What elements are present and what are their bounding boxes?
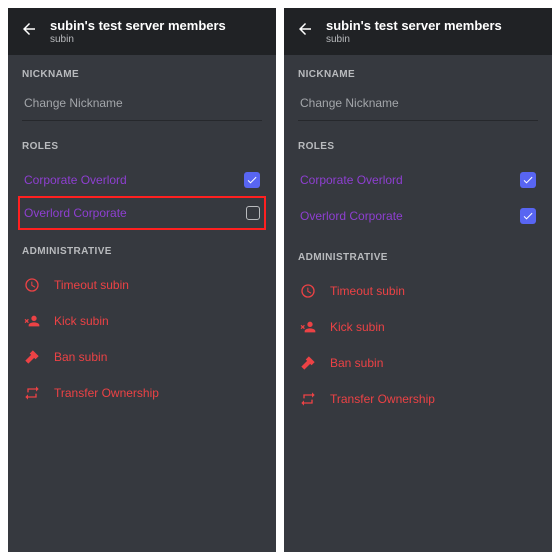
administrative-section: ADMINISTRATIVE Timeout subin Kick subin … <box>22 246 262 411</box>
header: subin's test server members subin <box>284 8 552 55</box>
nickname-input[interactable] <box>298 90 538 121</box>
transfer-icon <box>300 391 316 407</box>
roles-label: ROLES <box>298 141 538 152</box>
role-name: Overlord Corporate <box>300 209 403 223</box>
transfer-icon <box>24 385 40 401</box>
nickname-input[interactable] <box>22 90 262 121</box>
role-row[interactable]: Overlord Corporate <box>298 198 538 234</box>
administrative-label: ADMINISTRATIVE <box>22 246 262 257</box>
kick-icon <box>300 319 316 335</box>
page-title: subin's test server members <box>326 18 502 33</box>
role-name: Corporate Overlord <box>24 173 127 187</box>
ban-row[interactable]: Ban subin <box>298 345 538 381</box>
role-checkbox-checked[interactable] <box>244 172 260 188</box>
admin-label: Timeout subin <box>54 278 129 292</box>
admin-label: Ban subin <box>330 356 383 370</box>
admin-label: Kick subin <box>330 320 385 334</box>
back-arrow-icon[interactable] <box>20 20 38 43</box>
role-row-highlighted[interactable]: Overlord Corporate <box>18 196 266 230</box>
timeout-row[interactable]: Timeout subin <box>298 273 538 309</box>
header-title-block: subin's test server members subin <box>326 18 502 45</box>
admin-label: Transfer Ownership <box>330 392 435 406</box>
administrative-section: ADMINISTRATIVE Timeout subin Kick subin … <box>298 252 538 417</box>
page-title: subin's test server members <box>50 18 226 33</box>
nickname-label: NICKNAME <box>298 69 538 80</box>
timeout-row[interactable]: Timeout subin <box>22 267 262 303</box>
clock-icon <box>300 283 316 299</box>
role-checkbox-unchecked[interactable] <box>246 206 260 220</box>
nickname-label: NICKNAME <box>22 69 262 80</box>
roles-section: ROLES Corporate Overlord Overlord Corpor… <box>22 141 262 230</box>
role-checkbox-checked[interactable] <box>520 172 536 188</box>
admin-label: Ban subin <box>54 350 107 364</box>
roles-section: ROLES Corporate Overlord Overlord Corpor… <box>298 141 538 234</box>
admin-label: Transfer Ownership <box>54 386 159 400</box>
member-settings-panel-left: subin's test server members subin NICKNA… <box>8 8 276 552</box>
clock-icon <box>24 277 40 293</box>
administrative-label: ADMINISTRATIVE <box>298 252 538 263</box>
page-subtitle: subin <box>326 34 502 45</box>
hammer-icon <box>24 349 40 365</box>
role-name: Corporate Overlord <box>300 173 403 187</box>
transfer-ownership-row[interactable]: Transfer Ownership <box>298 381 538 417</box>
role-row[interactable]: Corporate Overlord <box>22 162 262 198</box>
roles-label: ROLES <box>22 141 262 152</box>
kick-row[interactable]: Kick subin <box>22 303 262 339</box>
hammer-icon <box>300 355 316 371</box>
content: NICKNAME ROLES Corporate Overlord Overlo… <box>284 55 552 425</box>
role-checkbox-checked[interactable] <box>520 208 536 224</box>
header-title-block: subin's test server members subin <box>50 18 226 45</box>
ban-row[interactable]: Ban subin <box>22 339 262 375</box>
role-row[interactable]: Corporate Overlord <box>298 162 538 198</box>
content: NICKNAME ROLES Corporate Overlord Overlo… <box>8 55 276 419</box>
page-subtitle: subin <box>50 34 226 45</box>
admin-label: Kick subin <box>54 314 109 328</box>
kick-row[interactable]: Kick subin <box>298 309 538 345</box>
transfer-ownership-row[interactable]: Transfer Ownership <box>22 375 262 411</box>
member-settings-panel-right: subin's test server members subin NICKNA… <box>284 8 552 552</box>
kick-icon <box>24 313 40 329</box>
header: subin's test server members subin <box>8 8 276 55</box>
role-name: Overlord Corporate <box>24 206 127 220</box>
admin-label: Timeout subin <box>330 284 405 298</box>
back-arrow-icon[interactable] <box>296 20 314 43</box>
